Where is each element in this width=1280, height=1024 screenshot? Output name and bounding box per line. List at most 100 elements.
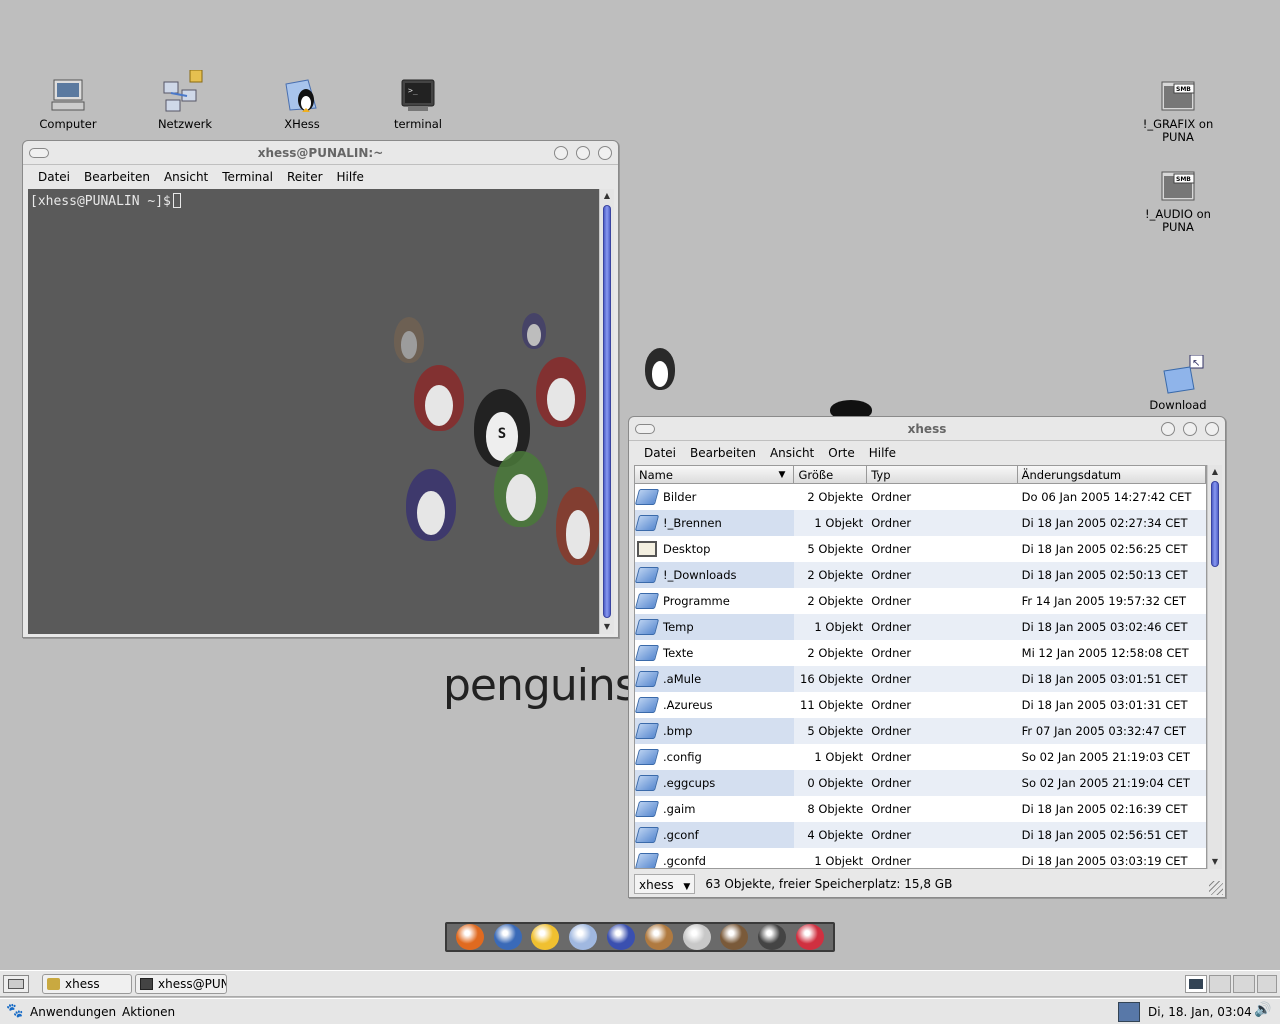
volume-icon[interactable]: 🔊 (1254, 1002, 1271, 1018)
terminal-scrollbar[interactable]: ▲ ▼ (599, 189, 614, 634)
file-manager-window[interactable]: xhess Datei Bearbeiten Ansicht Orte Hilf… (628, 416, 1226, 898)
desktop-icon-terminal[interactable]: >_ terminal (370, 78, 466, 131)
menu-ansicht[interactable]: Ansicht (157, 170, 215, 184)
column-header-date[interactable]: Änderungsdatum (1018, 466, 1206, 483)
task-button-file-manager[interactable]: xhess (42, 974, 132, 994)
menu-datei[interactable]: Datei (637, 446, 683, 460)
smb-share-icon: SMB (1130, 78, 1226, 114)
cell-type: Ordner (871, 490, 912, 504)
scroll-up-arrow-icon[interactable]: ▲ (1208, 465, 1222, 479)
maximize-button[interactable] (1183, 422, 1197, 436)
menu-hilfe[interactable]: Hilfe (330, 170, 371, 184)
table-row[interactable]: Texte 2 Objekte Ordner Mi 12 Jan 2005 12:58… (635, 640, 1206, 666)
table-row[interactable]: !_Downloads 2 Objekte Ordner Di 18 Jan 2005… (635, 562, 1206, 588)
scrollbar-thumb[interactable] (603, 205, 611, 618)
terminal-output[interactable]: [xhess@PUNALIN ~]$ S (28, 189, 600, 634)
music-player-icon[interactable] (758, 924, 787, 950)
show-desktop-button[interactable] (3, 975, 29, 993)
menu-bearbeiten[interactable]: Bearbeiten (683, 446, 763, 460)
desktop-icon-computer[interactable]: Computer (20, 78, 116, 131)
scroll-down-arrow-icon[interactable]: ▼ (600, 620, 614, 634)
menu-bearbeiten[interactable]: Bearbeiten (77, 170, 157, 184)
location-dropdown[interactable]: xhess ▼ (634, 874, 696, 894)
scroll-up-arrow-icon[interactable]: ▲ (600, 189, 614, 203)
table-row[interactable]: Desktop 5 Objekte Ordner Di 18 Jan 2005 02:… (635, 536, 1206, 562)
table-row[interactable]: Temp 1 Objekt Ordner Di 18 Jan 2005 03:02:4… (635, 614, 1206, 640)
desktop-icon-audio-share[interactable]: SMB !_AUDIO on PUNA (1130, 168, 1226, 234)
clock[interactable]: Di, 18. Jan, 03:04 (1148, 1005, 1252, 1019)
table-row[interactable]: .gconf 4 Objekte Ordner Di 18 Jan 2005 02:5… (635, 822, 1206, 848)
file-name: Desktop (663, 542, 711, 556)
text-editor-icon[interactable] (569, 924, 598, 950)
table-row[interactable]: .gconfd 1 Objekt Ordner Di 18 Jan 2005 03:0… (635, 848, 1206, 868)
workspace-1[interactable] (1185, 975, 1207, 993)
file-name: !_Downloads (663, 568, 737, 582)
menu-actions[interactable]: Aktionen (122, 1005, 175, 1019)
desktop-icon-download[interactable]: ↖ Download (1130, 354, 1226, 412)
folder-icon (635, 515, 660, 531)
file-list-scrollbar[interactable]: ▲ ▼ (1207, 465, 1222, 869)
table-row[interactable]: .aMule 16 Objekte Ordner Di 18 Jan 2005 03:… (635, 666, 1206, 692)
resize-grip-icon[interactable] (1209, 881, 1223, 895)
weather-applet-icon[interactable] (1118, 1002, 1140, 1022)
table-row[interactable]: .bmp 5 Objekte Ordner Fr 07 Jan 2005 03:32:… (635, 718, 1206, 744)
desktop-icon-label: XHess (284, 117, 320, 131)
file-manager-titlebar[interactable]: xhess (629, 417, 1225, 441)
scroll-down-arrow-icon[interactable]: ▼ (1208, 855, 1222, 869)
desktop-icon-grafix-share[interactable]: SMB !_GRAFIX on PUNA (1130, 78, 1226, 144)
file-name: .Azureus (663, 698, 713, 712)
disc-player-icon[interactable] (796, 924, 825, 950)
table-row[interactable]: .config 1 Objekt Ordner So 02 Jan 2005 21:1… (635, 744, 1206, 770)
window-menu-button[interactable] (29, 148, 49, 158)
column-header-size[interactable]: Größe (794, 466, 868, 483)
penguin-tool-icon[interactable] (607, 924, 636, 950)
desktop-icon-xhess[interactable]: XHess (254, 78, 350, 131)
thunderbird-icon[interactable] (493, 924, 522, 950)
wallpaper-penguin (494, 451, 548, 527)
video-player-icon[interactable] (720, 924, 749, 950)
desktop-icon-label: Computer (39, 117, 97, 131)
table-row[interactable]: .eggcups 0 Objekte Ordner So 02 Jan 2005 21… (635, 770, 1206, 796)
firefox-icon[interactable] (455, 924, 484, 950)
maximize-button[interactable] (576, 146, 590, 160)
menu-hilfe[interactable]: Hilfe (862, 446, 903, 460)
gnome-foot-icon[interactable]: 🐾 (6, 1003, 23, 1019)
table-row[interactable]: Programme 2 Objekte Ordner Fr 14 Jan 2005 1… (635, 588, 1206, 614)
menu-orte[interactable]: Orte (821, 446, 861, 460)
cell-size: 1 Objekt (814, 516, 864, 530)
scrollbar-thumb[interactable] (1211, 481, 1219, 567)
cd-burner-icon[interactable] (682, 924, 711, 950)
task-label: xhess@PUN (158, 977, 227, 991)
menu-terminal[interactable]: Terminal (215, 170, 280, 184)
column-header-type[interactable]: Typ (867, 466, 1018, 483)
close-button[interactable] (598, 146, 612, 160)
table-row[interactable]: !_Brennen 1 Objekt Ordner Di 18 Jan 2005 02… (635, 510, 1206, 536)
home-penguin-icon (254, 78, 350, 114)
menu-applications[interactable]: Anwendungen (30, 1005, 116, 1019)
close-button[interactable] (1205, 422, 1219, 436)
workspace-4[interactable] (1257, 975, 1277, 993)
table-row[interactable]: Bilder 2 Objekte Ordner Do 06 Jan 2005 14:2… (635, 484, 1206, 510)
messenger-icon[interactable] (531, 924, 560, 950)
network-icon (137, 69, 233, 114)
workspace-2[interactable] (1209, 975, 1231, 993)
amule-icon[interactable] (644, 924, 673, 950)
folder-icon (635, 567, 660, 583)
task-button-terminal[interactable]: xhess@PUN (135, 974, 227, 994)
desktop-icon (8, 979, 24, 989)
table-row[interactable]: .gaim 8 Objekte Ordner Di 18 Jan 2005 02:16… (635, 796, 1206, 822)
file-list[interactable]: Name ▼ Größe Typ Änderungsdatum Bilder 2 O… (634, 465, 1207, 869)
minimize-button[interactable] (554, 146, 568, 160)
workspace-3[interactable] (1233, 975, 1255, 993)
table-row[interactable]: .Azureus 11 Objekte Ordner Di 18 Jan 2005 0… (635, 692, 1206, 718)
menu-reiter[interactable]: Reiter (280, 170, 330, 184)
desktop-icon-network[interactable]: Netzwerk (137, 69, 233, 131)
terminal-titlebar[interactable]: xhess@PUNALIN:~ (23, 141, 618, 165)
window-menu-button[interactable] (635, 424, 655, 434)
menu-ansicht[interactable]: Ansicht (763, 446, 821, 460)
terminal-window[interactable]: xhess@PUNALIN:~ Datei Bearbeiten Ansicht… (22, 140, 619, 638)
column-header-name[interactable]: Name ▼ (635, 466, 795, 483)
minimize-button[interactable] (1161, 422, 1175, 436)
folder-icon (635, 775, 660, 791)
menu-datei[interactable]: Datei (31, 170, 77, 184)
